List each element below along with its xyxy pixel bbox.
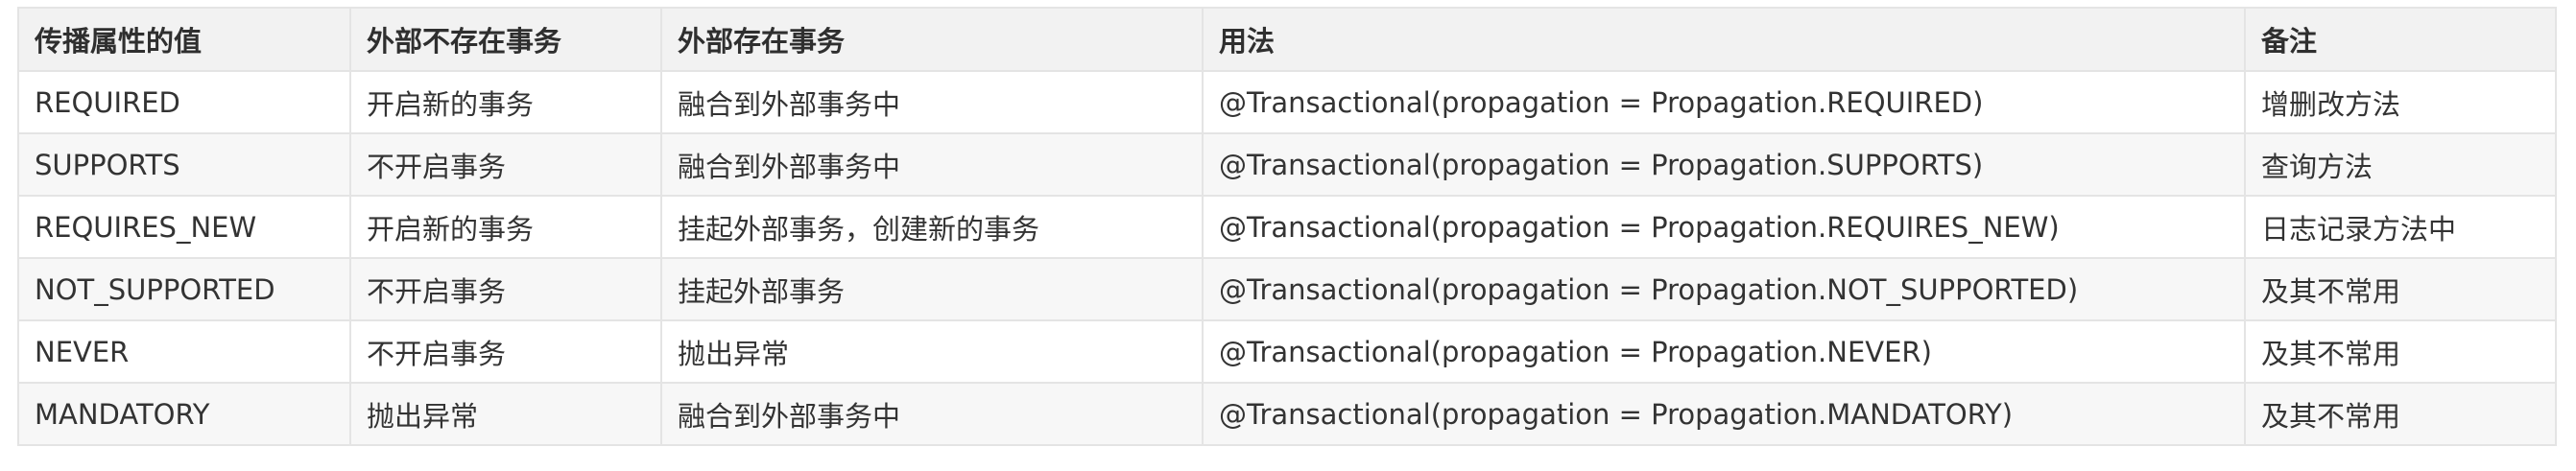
table-row: NEVER 不开启事务 抛出异常 @Transactional(propagat…: [17, 319, 2557, 384]
header-row: 传播属性的值 外部不存在事务 外部存在事务 用法 备注: [17, 7, 2557, 72]
header-usage: 用法: [1202, 7, 2246, 72]
cell-notes: 日志记录方法中: [2244, 195, 2557, 259]
cell-notes: 及其不常用: [2244, 257, 2557, 321]
cell-outer-transaction: 融合到外部事务中: [660, 132, 1204, 197]
table-row: NOT_SUPPORTED 不开启事务 挂起外部事务 @Transactiona…: [17, 257, 2557, 321]
cell-propagation-value: NOT_SUPPORTED: [17, 257, 351, 321]
table-row: REQUIRED 开启新的事务 融合到外部事务中 @Transactional(…: [17, 70, 2557, 134]
cell-usage: @Transactional(propagation = Propagation…: [1202, 257, 2246, 321]
cell-no-outer-transaction: 不开启事务: [349, 257, 662, 321]
cell-outer-transaction: 抛出异常: [660, 319, 1204, 384]
cell-no-outer-transaction: 不开启事务: [349, 132, 662, 197]
table-row: REQUIRES_NEW 开启新的事务 挂起外部事务，创建新的事务 @Trans…: [17, 195, 2557, 259]
header-outer-transaction: 外部存在事务: [660, 7, 1204, 72]
cell-notes: 及其不常用: [2244, 382, 2557, 446]
table-row: SUPPORTS 不开启事务 融合到外部事务中 @Transactional(p…: [17, 132, 2557, 197]
cell-propagation-value: SUPPORTS: [17, 132, 351, 197]
cell-propagation-value: REQUIRES_NEW: [17, 195, 351, 259]
cell-no-outer-transaction: 不开启事务: [349, 319, 662, 384]
cell-propagation-value: REQUIRED: [17, 70, 351, 134]
cell-notes: 及其不常用: [2244, 319, 2557, 384]
header-no-outer-transaction: 外部不存在事务: [349, 7, 662, 72]
header-notes: 备注: [2244, 7, 2557, 72]
cell-outer-transaction: 融合到外部事务中: [660, 70, 1204, 134]
cell-no-outer-transaction: 开启新的事务: [349, 70, 662, 134]
cell-usage: @Transactional(propagation = Propagation…: [1202, 382, 2246, 446]
cell-propagation-value: MANDATORY: [17, 382, 351, 446]
cell-propagation-value: NEVER: [17, 319, 351, 384]
cell-outer-transaction: 融合到外部事务中: [660, 382, 1204, 446]
cell-outer-transaction: 挂起外部事务，创建新的事务: [660, 195, 1204, 259]
cell-no-outer-transaction: 开启新的事务: [349, 195, 662, 259]
table-header: 传播属性的值 外部不存在事务 外部存在事务 用法 备注: [17, 7, 2557, 72]
table-body: REQUIRED 开启新的事务 融合到外部事务中 @Transactional(…: [17, 70, 2557, 446]
cell-usage: @Transactional(propagation = Propagation…: [1202, 132, 2246, 197]
cell-notes: 查询方法: [2244, 132, 2557, 197]
cell-usage: @Transactional(propagation = Propagation…: [1202, 70, 2246, 134]
header-propagation-value: 传播属性的值: [17, 7, 351, 72]
cell-usage: @Transactional(propagation = Propagation…: [1202, 319, 2246, 384]
cell-outer-transaction: 挂起外部事务: [660, 257, 1204, 321]
cell-notes: 增删改方法: [2244, 70, 2557, 134]
table-row: MANDATORY 抛出异常 融合到外部事务中 @Transactional(p…: [17, 382, 2557, 446]
cell-usage: @Transactional(propagation = Propagation…: [1202, 195, 2246, 259]
propagation-table: 传播属性的值 外部不存在事务 外部存在事务 用法 备注 REQUIRED 开启新…: [17, 7, 2557, 446]
cell-no-outer-transaction: 抛出异常: [349, 382, 662, 446]
